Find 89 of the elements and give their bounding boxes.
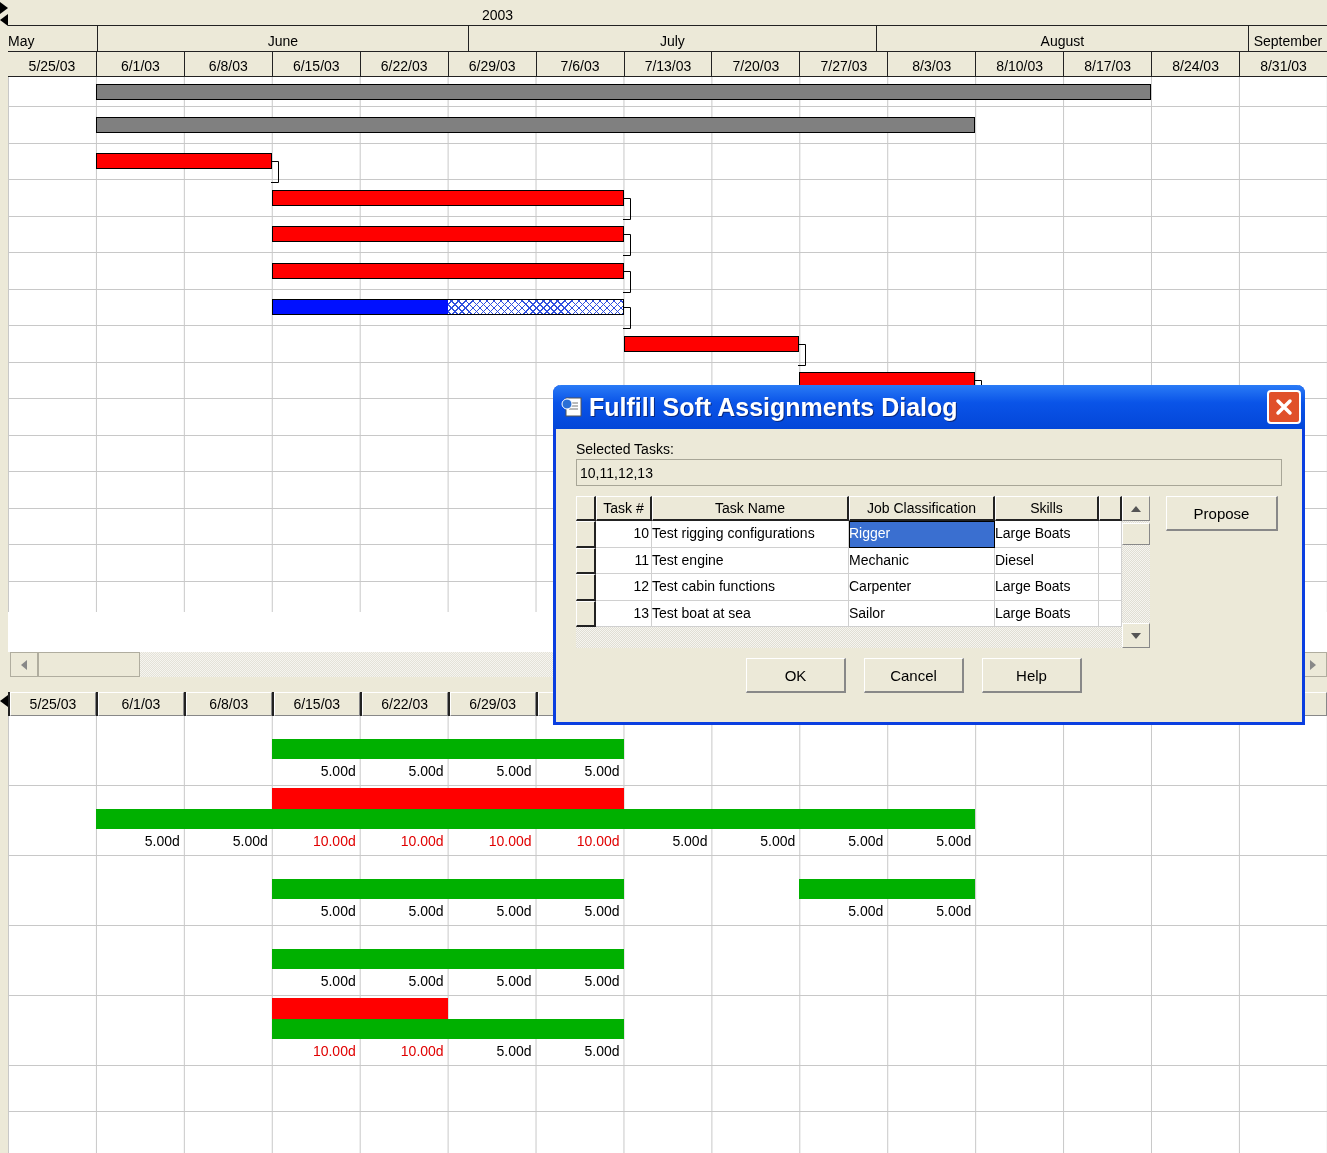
table-cell: [1099, 521, 1122, 548]
corner-header: [576, 496, 596, 521]
table-cell: 10: [596, 521, 652, 548]
table-cell: Test cabin functions: [652, 574, 849, 601]
table-cell: Diesel: [995, 547, 1099, 574]
week-label: 5/25/03: [27, 57, 77, 76]
dialog-button[interactable]: Cancel: [864, 658, 964, 693]
allocation-value: 5.00d: [319, 903, 357, 921]
table-cell: Test boat at sea: [652, 600, 849, 627]
dialog-button[interactable]: Help: [982, 658, 1082, 693]
allocation-value: 5.00d: [935, 833, 973, 851]
scroll-up-button[interactable]: [1122, 496, 1150, 521]
selected-tasks-field[interactable]: 10,11,12,13: [576, 459, 1282, 486]
table-cell[interactable]: Rigger: [849, 521, 995, 548]
table-cell: Test rigging configurations: [652, 521, 849, 548]
allocation-value: 5.00d: [407, 973, 445, 991]
propose-button[interactable]: Propose: [1166, 496, 1278, 531]
close-button[interactable]: [1267, 390, 1301, 424]
table-cell: [1099, 574, 1122, 601]
allocation-value: 10.00d: [399, 833, 445, 851]
up-arrow-icon: [1131, 505, 1141, 512]
allocation-value: 5.00d: [847, 903, 885, 921]
dialog-title: Fulfill Soft Assignments Dialog: [589, 392, 959, 422]
allocation-value: 5.00d: [583, 903, 621, 921]
table-cell: Test engine: [652, 547, 849, 574]
table-cell: 12: [596, 574, 652, 601]
allocation-value: 5.00d: [583, 973, 621, 991]
left-arrow-icon: [21, 659, 27, 670]
allocation-value: 5.00d: [407, 763, 445, 781]
month-label: June: [96, 26, 468, 51]
table-cell: Large Boats: [995, 574, 1099, 601]
allocation-value: 5.00d: [319, 973, 357, 991]
dialog-button[interactable]: OK: [746, 658, 846, 693]
scroll-down-button[interactable]: [1122, 623, 1150, 648]
week-header: 6/22/03: [361, 692, 448, 716]
allocation-value: 5.00d: [935, 903, 973, 921]
allocation-value: 5.00d: [671, 833, 709, 851]
allocation-value: 5.00d: [495, 903, 533, 921]
column-header[interactable]: [1099, 496, 1122, 521]
month-label: May: [8, 32, 36, 51]
month-label: July: [467, 26, 876, 51]
week-header: 6/1/03: [97, 692, 184, 716]
table-cell[interactable]: Mechanic: [849, 547, 995, 574]
close-icon: [1275, 398, 1293, 416]
column-header[interactable]: Skills: [995, 496, 1099, 521]
row-selector[interactable]: [576, 547, 596, 574]
allocation-value: 5.00d: [143, 833, 181, 851]
right-arrow-icon: [1310, 659, 1316, 670]
column-header[interactable]: Task #: [596, 496, 652, 521]
field-label: Selected Tasks:: [576, 441, 675, 457]
table-cell: 13: [596, 600, 652, 627]
allocation-value: 5.00d: [495, 763, 533, 781]
allocation-value: 5.00d: [231, 833, 269, 851]
month-label: August: [875, 26, 1248, 51]
allocation-value: 5.00d: [495, 973, 533, 991]
row-selector[interactable]: [576, 600, 596, 627]
table-cell: Large Boats: [995, 600, 1099, 627]
week-header: 6/29/03: [449, 692, 536, 716]
table-cell: Large Boats: [995, 521, 1099, 548]
allocation-value: 5.00d: [759, 833, 797, 851]
year-label: 2003: [480, 6, 515, 25]
scroll-left-button[interactable]: [10, 652, 38, 677]
column-header[interactable]: Task Name: [652, 496, 849, 521]
scrollbar-thumb[interactable]: [38, 652, 140, 677]
allocation-value: 10.00d: [575, 833, 621, 851]
table-cell[interactable]: Carpenter: [849, 574, 995, 601]
week-header: 6/15/03: [273, 692, 360, 716]
table-cell: 11: [596, 547, 652, 574]
allocation-value: 10.00d: [311, 833, 357, 851]
allocation-value: 5.00d: [319, 763, 357, 781]
allocation-value: 5.00d: [495, 1043, 533, 1061]
table-cell: [1099, 547, 1122, 574]
column-header[interactable]: Job Classification: [849, 496, 995, 521]
row-selector[interactable]: [576, 574, 596, 601]
allocation-value: 10.00d: [487, 833, 533, 851]
document-icon: [561, 396, 583, 418]
allocation-value: 5.00d: [583, 763, 621, 781]
allocation-value: 10.00d: [311, 1043, 357, 1061]
week-header: 5/25/03: [10, 692, 96, 716]
allocation-value: 5.00d: [847, 833, 885, 851]
week-header: 6/8/03: [185, 692, 272, 716]
down-arrow-icon: [1131, 632, 1141, 639]
allocation-value: 5.00d: [407, 903, 445, 921]
table-cell[interactable]: Sailor: [849, 600, 995, 627]
month-label: September: [1247, 26, 1327, 51]
table-cell: [1099, 600, 1122, 627]
allocation-value: 10.00d: [399, 1043, 445, 1061]
allocation-value: 5.00d: [583, 1043, 621, 1061]
row-selector[interactable]: [576, 521, 596, 548]
